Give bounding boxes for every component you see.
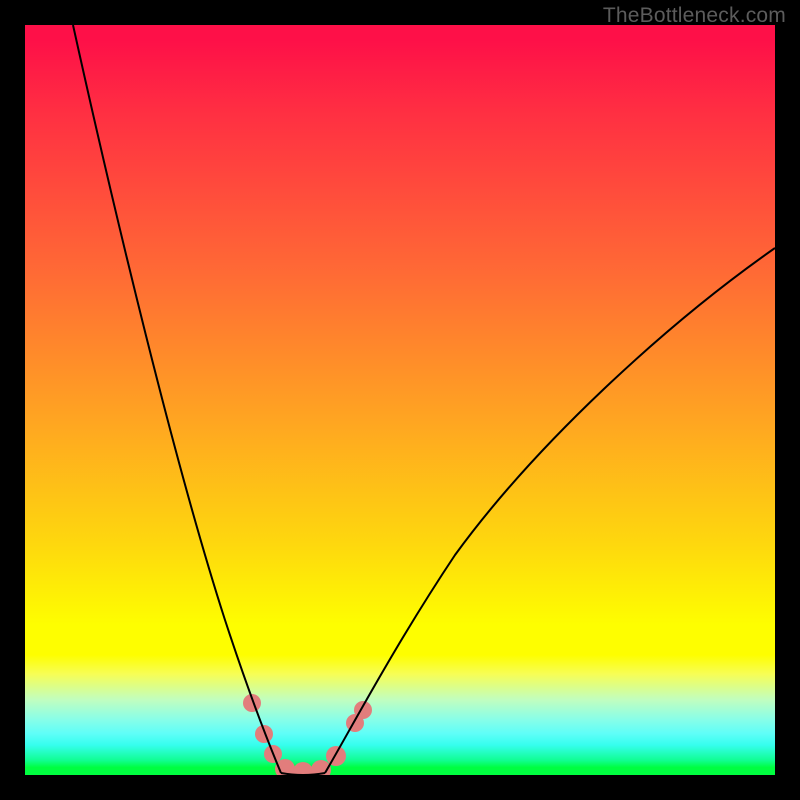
bump-icon: [326, 746, 346, 766]
bump-icon: [293, 762, 313, 775]
right-curve: [325, 248, 775, 773]
bump-cluster: [243, 694, 372, 775]
chart-stage: TheBottleneck.com: [0, 0, 800, 800]
curve-layer: [25, 25, 775, 775]
left-curve: [73, 25, 281, 773]
bump-icon: [255, 725, 273, 743]
plot-area: [25, 25, 775, 775]
